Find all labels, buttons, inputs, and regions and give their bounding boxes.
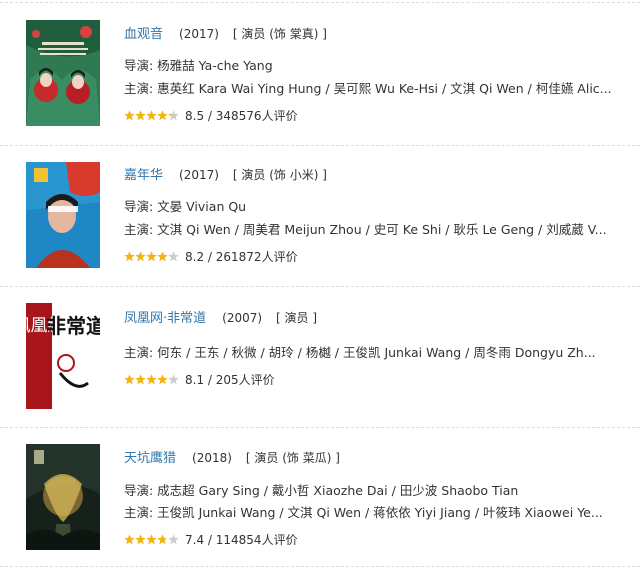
movie-poster-image xyxy=(26,444,100,550)
movie-title-link[interactable]: 天坑鹰猎 xyxy=(124,451,176,466)
rating-row: 8.2 / 261872人评价 xyxy=(124,248,298,265)
rating-text: 8.1 / 205人评价 xyxy=(185,373,275,387)
rating-text: 7.4 / 114854人评价 xyxy=(185,533,298,547)
separator xyxy=(0,566,640,567)
poster-tiankeng-yinglie[interactable] xyxy=(26,444,100,550)
rating-stars xyxy=(124,110,179,121)
director-line: 导演: 成志超 Gary Sing / 戴小哲 Xiaozhe Dai / 田少… xyxy=(124,483,519,498)
movie-title-link[interactable]: 嘉年华 xyxy=(124,168,163,183)
poster-xueguanyin[interactable] xyxy=(26,20,100,126)
rating-row: 8.1 / 205人评价 xyxy=(124,371,275,388)
rating-stars xyxy=(124,251,179,262)
role-label: [ 演员 (饰 小米) ] xyxy=(232,168,327,182)
rating-stars xyxy=(124,374,179,385)
movie-year: (2018) xyxy=(192,451,232,465)
director-line: 导演: 杨雅喆 Ya-che Yang xyxy=(124,58,273,73)
cast-line: 主演: 文淇 Qi Wen / 周美君 Meijun Zhou / 史可 Ke … xyxy=(124,222,607,237)
rating-row: 7.4 / 114854人评价 xyxy=(124,531,298,548)
title-row: 凤凰网·非常道 (2007) [ 演员 ] xyxy=(124,307,317,326)
director-line: 导演: 文晏 Vivian Qu xyxy=(124,199,247,214)
role-label: [ 演员 ] xyxy=(276,311,318,325)
separator xyxy=(0,2,640,3)
cast-line: 主演: 何东 / 王东 / 秋微 / 胡玲 / 杨樾 / 王俊凯 Junkai … xyxy=(124,345,596,360)
movie-poster-image xyxy=(26,162,100,268)
title-row: 嘉年华 (2017) [ 演员 (饰 小米) ] xyxy=(124,164,327,183)
rating-row: 8.5 / 348576人评价 xyxy=(124,107,298,124)
role-label: [ 演员 (饰 菜瓜) ] xyxy=(245,451,340,465)
separator xyxy=(0,286,640,287)
filmography-list: 血观音 (2017) [ 演员 (饰 棠真) ] 导演: 杨雅喆 Ya-che Ya… xyxy=(0,0,640,570)
separator xyxy=(0,427,640,428)
movie-year: (2017) xyxy=(179,27,219,41)
title-row: 血观音 (2017) [ 演员 (饰 棠真) ] xyxy=(124,23,327,42)
separator xyxy=(0,145,640,146)
rating-stars xyxy=(124,534,179,545)
cast-line: 主演: 惠英红 Kara Wai Ying Hung / 吴可熙 Wu Ke-H… xyxy=(124,81,612,96)
movie-year: (2007) xyxy=(222,311,263,325)
rating-text: 8.5 / 348576人评价 xyxy=(185,109,298,123)
movie-poster-image xyxy=(26,20,100,126)
movie-title-link[interactable]: 血观音 xyxy=(124,27,163,42)
rating-text: 8.2 / 261872人评价 xyxy=(185,250,298,264)
show-poster-image: 鳳凰網 非常道 xyxy=(26,303,100,409)
cast-line: 主演: 王俊凯 Junkai Wang / 文淇 Qi Wen / 蒋依依 Yi… xyxy=(124,505,603,520)
movie-year: (2017) xyxy=(179,168,219,182)
title-row: 天坑鹰猎 (2018) [ 演员 (饰 菜瓜) ] xyxy=(124,447,340,466)
movie-title-link[interactable]: 凤凰网·非常道 xyxy=(124,311,206,326)
poster-jianianhua[interactable] xyxy=(26,162,100,268)
poster-fenghuang-feichangdao[interactable]: 鳳凰網 非常道 xyxy=(26,303,100,409)
role-label: [ 演员 (饰 棠真) ] xyxy=(232,27,327,41)
poster-text-2: 非常道 xyxy=(46,314,100,338)
